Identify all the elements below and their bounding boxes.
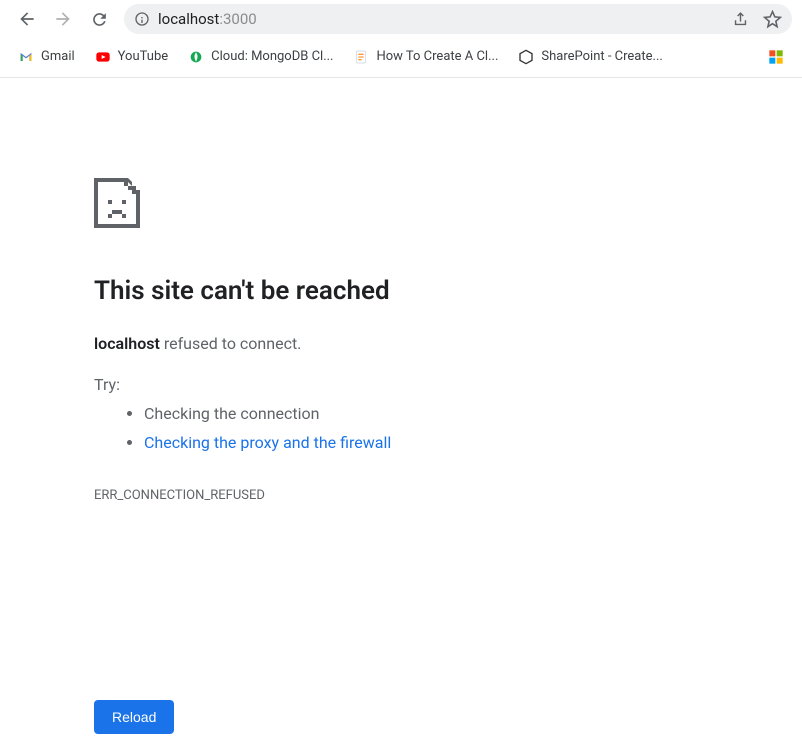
bookmarks-bar: Gmail YouTube Cloud: MongoDB Cl... How T…: [0, 38, 802, 78]
suggestion-plain: Checking the connection: [144, 400, 540, 429]
page-icon: [353, 49, 369, 65]
try-label: Try:: [94, 375, 540, 394]
forward-button[interactable]: [46, 2, 80, 36]
mongodb-icon: [188, 49, 204, 65]
error-page: This site can't be reached localhost ref…: [0, 78, 540, 503]
bookmark-sharepoint[interactable]: SharePoint - Create...: [518, 49, 662, 65]
address-bar[interactable]: localhost:3000: [124, 4, 792, 34]
bookmark-label: SharePoint - Create...: [541, 49, 662, 64]
reload-nav-button[interactable]: [82, 2, 116, 36]
reload-icon: [90, 10, 109, 29]
arrow-left-icon: [17, 9, 37, 29]
arrow-right-icon: [53, 9, 73, 29]
bookmark-label: Gmail: [41, 49, 75, 64]
error-host: localhost: [94, 334, 160, 353]
error-message: localhost refused to connect.: [94, 334, 540, 353]
suggestion-link-item: Checking the proxy and the firewall: [144, 429, 540, 458]
try-suggestions: Checking the connection Checking the pro…: [94, 400, 540, 458]
bookmark-label: How To Create A Cl...: [376, 49, 498, 64]
error-code: ERR_CONNECTION_REFUSED: [94, 488, 540, 503]
sad-page-icon: [94, 178, 540, 236]
bookmark-youtube[interactable]: YouTube: [95, 49, 169, 65]
reload-button[interactable]: Reload: [94, 700, 174, 734]
microsoft-icon[interactable]: [768, 49, 784, 65]
bookmark-howto[interactable]: How To Create A Cl...: [353, 49, 498, 65]
browser-toolbar: localhost:3000: [0, 0, 802, 38]
share-icon[interactable]: [732, 11, 749, 28]
bookmark-gmail[interactable]: Gmail: [18, 49, 75, 65]
back-button[interactable]: [10, 2, 44, 36]
suggestion-link[interactable]: Checking the proxy and the firewall: [144, 433, 391, 452]
url-port: :3000: [219, 10, 256, 28]
bookmark-label: YouTube: [118, 49, 169, 64]
url-host: localhost: [158, 10, 219, 28]
youtube-icon: [95, 49, 111, 65]
error-msg-rest: refused to connect.: [160, 334, 302, 353]
url-display: localhost:3000: [158, 10, 257, 28]
gmail-icon: [18, 49, 34, 65]
bookmark-mongodb[interactable]: Cloud: MongoDB Cl...: [188, 49, 333, 65]
error-heading: This site can't be reached: [94, 276, 540, 306]
bookmark-label: Cloud: MongoDB Cl...: [211, 49, 333, 64]
info-icon: [134, 11, 150, 27]
star-icon[interactable]: [763, 10, 782, 29]
sharepoint-icon: [518, 49, 534, 65]
